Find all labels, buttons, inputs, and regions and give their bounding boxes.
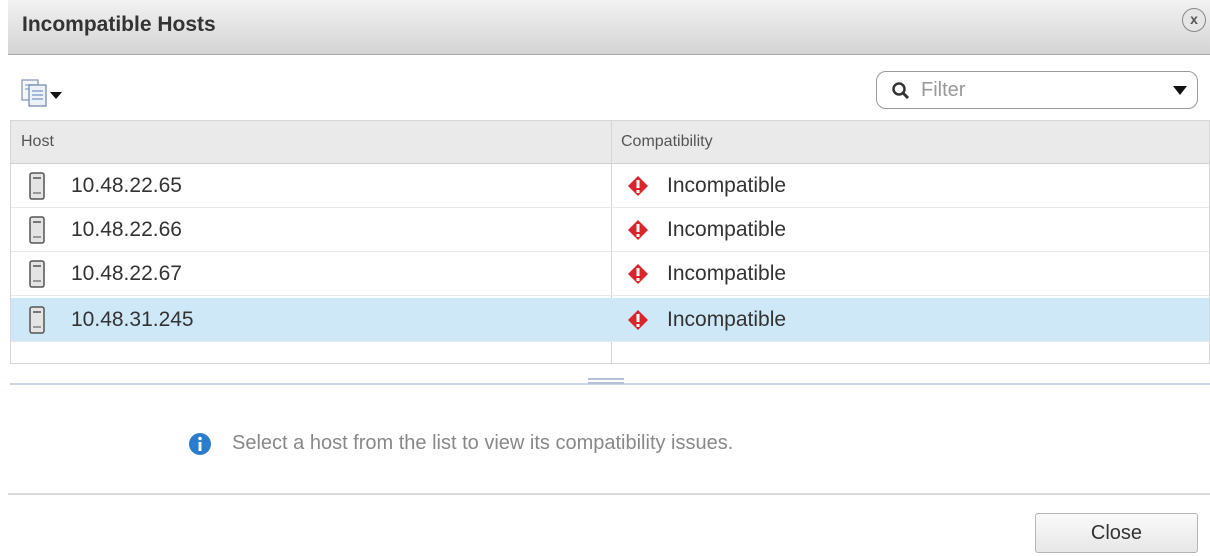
table-row[interactable]: 10.48.22.67 Incompatible [11, 252, 1209, 296]
search-icon [892, 82, 910, 100]
dialog-title: Incompatible Hosts [22, 13, 216, 36]
table-row[interactable]: 10.48.22.65 Incompatible [11, 164, 1209, 208]
dialog-titlebar: Incompatible Hosts x [8, 0, 1210, 55]
error-icon [628, 176, 648, 196]
column-header-host[interactable]: Host [21, 133, 54, 151]
filter-input[interactable]: Filter [876, 71, 1198, 109]
splitter-handle-icon[interactable] [588, 378, 624, 384]
dropdown-caret-icon [50, 92, 62, 99]
compatibility-status: Incompatible [667, 308, 787, 331]
server-icon [29, 306, 45, 334]
filter-placeholder: Filter [921, 79, 966, 101]
compatibility-status: Incompatible [667, 174, 787, 197]
incompatible-hosts-dialog: Incompatible Hosts x Filter Host Compati… [8, 0, 1210, 556]
server-icon [29, 216, 45, 244]
chevron-down-icon[interactable] [1173, 86, 1187, 95]
host-address: 10.48.22.65 [71, 174, 182, 197]
footer-divider [8, 493, 1210, 495]
export-list-icon [21, 79, 62, 107]
server-icon [29, 172, 45, 200]
host-address: 10.48.22.66 [71, 218, 182, 241]
close-icon[interactable]: x [1182, 8, 1206, 32]
export-list-button[interactable] [20, 78, 86, 108]
hosts-table: Host Compatibility 10.48.22.65 Incompati… [10, 120, 1210, 364]
server-icon [29, 260, 45, 288]
close-button[interactable]: Close [1035, 513, 1198, 553]
info-message-text: Select a host from the list to view its … [232, 432, 734, 454]
host-address: 10.48.31.245 [71, 308, 194, 331]
error-icon [628, 264, 648, 284]
error-icon [628, 310, 648, 330]
compatibility-status: Incompatible [667, 262, 787, 285]
host-address: 10.48.22.67 [71, 262, 182, 285]
table-header: Host Compatibility [11, 121, 1209, 164]
info-icon [189, 433, 211, 455]
table-row[interactable]: 10.48.22.66 Incompatible [11, 208, 1209, 252]
table-row-selected[interactable]: 10.48.31.245 Incompatible [11, 298, 1209, 342]
column-header-compatibility[interactable]: Compatibility [621, 133, 713, 151]
error-icon [628, 220, 648, 240]
compatibility-status: Incompatible [667, 218, 787, 241]
